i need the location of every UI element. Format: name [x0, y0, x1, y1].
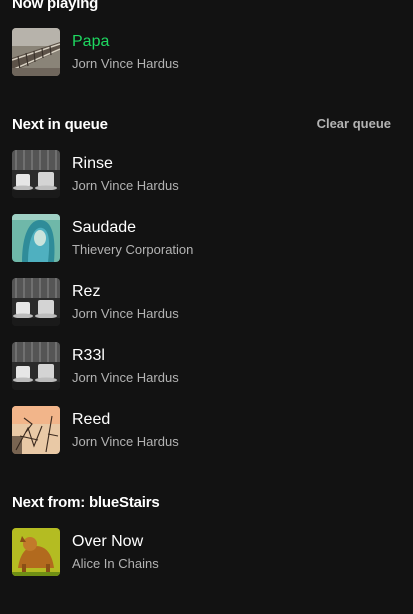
- now-playing-title[interactable]: Papa: [72, 32, 179, 52]
- now-playing-heading: Now playing: [12, 0, 99, 12]
- queue-row[interactable]: R33l Jorn Vince Hardus: [12, 342, 402, 390]
- track-artist[interactable]: Thievery Corporation: [72, 241, 193, 259]
- now-playing-row[interactable]: Papa Jorn Vince Hardus: [12, 28, 402, 76]
- railroad-tracks-artwork-icon: [12, 28, 60, 76]
- track-title[interactable]: Rez: [72, 282, 179, 302]
- coffee-cups-artwork-icon: [12, 150, 60, 198]
- queue-row[interactable]: Rez Jorn Vince Hardus: [12, 278, 402, 326]
- track-artist[interactable]: Alice In Chains: [72, 555, 159, 573]
- blue-hair-portrait-artwork-icon: [12, 214, 60, 262]
- queue-row[interactable]: Saudade Thievery Corporation: [12, 214, 402, 262]
- dog-yellow-artwork-icon: [12, 528, 60, 576]
- track-artist[interactable]: Jorn Vince Hardus: [72, 433, 179, 451]
- track-title[interactable]: Rinse: [72, 154, 179, 174]
- now-playing-artist[interactable]: Jorn Vince Hardus: [72, 55, 179, 73]
- track-artist[interactable]: Jorn Vince Hardus: [72, 369, 179, 387]
- next-from-row[interactable]: Over Now Alice In Chains: [12, 528, 402, 576]
- queue-row[interactable]: Reed Jorn Vince Hardus: [12, 406, 402, 454]
- queue-row[interactable]: Rinse Jorn Vince Hardus: [12, 150, 402, 198]
- track-artist[interactable]: Jorn Vince Hardus: [72, 305, 179, 323]
- track-title[interactable]: Saudade: [72, 218, 193, 238]
- coffee-cups-artwork-icon: [12, 278, 60, 326]
- clear-queue-button[interactable]: Clear queue: [317, 116, 391, 131]
- track-title[interactable]: Over Now: [72, 532, 159, 552]
- track-artist[interactable]: Jorn Vince Hardus: [72, 177, 179, 195]
- track-title[interactable]: R33l: [72, 346, 179, 366]
- sketch-artwork-icon: [12, 406, 60, 454]
- track-title[interactable]: Reed: [72, 410, 179, 430]
- next-from-heading: Next from: blueStairs: [12, 494, 160, 511]
- next-in-queue-heading: Next in queue: [12, 116, 108, 133]
- coffee-cups-artwork-icon: [12, 342, 60, 390]
